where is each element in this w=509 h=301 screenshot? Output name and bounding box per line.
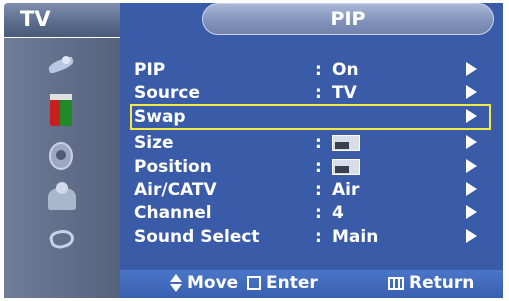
menu-item-value: 4 xyxy=(332,203,344,223)
menu-item-value: TV xyxy=(332,83,357,103)
pip-menu: PIP : On Source : TV Swap Size : Positio… xyxy=(120,37,503,270)
arrow-right-icon xyxy=(466,135,477,149)
arrow-right-icon xyxy=(466,229,477,243)
menu-item-label: Air/CATV xyxy=(134,180,217,200)
menu-item-label: Source xyxy=(134,83,201,103)
menu-item-label: PIP xyxy=(134,60,166,80)
hands-icon[interactable] xyxy=(42,224,80,256)
colon: : xyxy=(315,83,322,103)
menu-item-label: Sound Select xyxy=(134,227,260,247)
menu-item-source[interactable]: Source : TV xyxy=(120,80,503,106)
return-icon xyxy=(388,276,404,290)
menu-item-label: Channel xyxy=(134,203,212,223)
menu-item-value: On xyxy=(332,60,359,80)
size-window-icon xyxy=(332,135,360,151)
enter-label: Enter xyxy=(266,273,318,293)
colon: : xyxy=(315,180,322,200)
menu-item-swap[interactable]: Swap xyxy=(130,104,491,130)
arrow-right-icon xyxy=(466,182,477,196)
speaker-icon[interactable] xyxy=(42,140,80,172)
tv-header: TV xyxy=(4,3,120,37)
menu-title: PIP xyxy=(330,8,366,30)
colon: : xyxy=(315,227,322,247)
arrow-right-icon xyxy=(466,62,477,76)
colon: : xyxy=(315,203,322,223)
menu-item-sound-select[interactable]: Sound Select : Main xyxy=(120,224,503,250)
satellite-icon[interactable] xyxy=(42,50,80,82)
enter-icon xyxy=(247,276,261,290)
arrow-right-icon xyxy=(466,159,477,173)
menu-item-label: Swap xyxy=(134,107,186,127)
return-hint: Return xyxy=(388,273,474,293)
arrow-right-icon xyxy=(466,205,477,219)
colon: : xyxy=(315,60,322,80)
arrow-right-icon xyxy=(466,109,477,123)
return-label: Return xyxy=(409,273,475,293)
up-down-icon xyxy=(170,274,182,292)
menu-item-label: Size xyxy=(134,133,174,153)
move-hint: Move xyxy=(170,273,238,293)
menu-title-pill: PIP xyxy=(202,3,494,35)
menu-item-value: Air xyxy=(332,180,360,200)
menu-item-value: Main xyxy=(332,227,379,247)
arrow-right-icon xyxy=(466,85,477,99)
footer-left-panel xyxy=(4,270,120,298)
menu-item-channel[interactable]: Channel : 4 xyxy=(120,200,503,226)
person-icon[interactable] xyxy=(42,180,80,214)
position-window-icon xyxy=(332,159,360,175)
color-bars-icon[interactable] xyxy=(42,90,80,130)
move-label: Move xyxy=(187,273,239,293)
menu-item-label: Position xyxy=(134,157,212,177)
osd-screen: TV PIP PIP : On Source : TV Swap Size: … xyxy=(0,0,509,301)
colon: : xyxy=(315,157,322,177)
menu-item-size[interactable]: Size : xyxy=(120,130,503,156)
footer-help-bar: Move Enter Return xyxy=(4,270,503,298)
colon: : xyxy=(315,133,322,153)
tv-title: TV xyxy=(20,7,51,31)
enter-hint: Enter xyxy=(247,273,318,293)
category-icon-column xyxy=(4,38,120,270)
